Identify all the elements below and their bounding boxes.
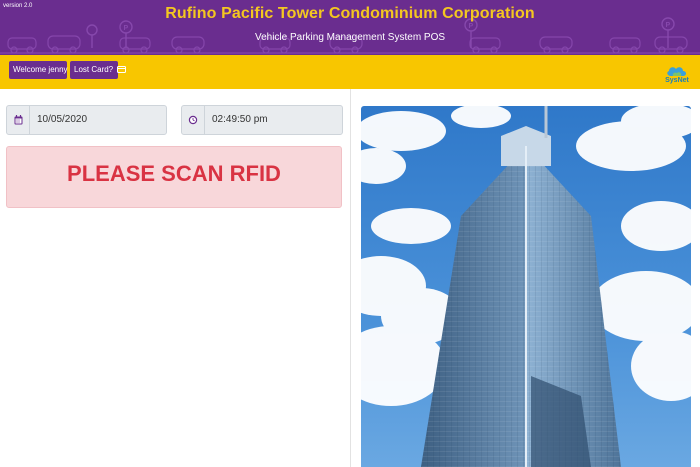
building-image [361,106,691,467]
page-title: Rufino Pacific Tower Condominium Corpora… [165,5,535,22]
left-panel: 10/05/2020 02:49:50 pm PLEASE SCAN RFID [0,89,350,467]
clock-icon [188,115,198,125]
sysnet-logo: SysNet [662,64,692,86]
tower-photo [361,106,691,467]
welcome-label: Welcome jenny [13,65,68,74]
date-value: 10/05/2020 [37,114,88,125]
time-field[interactable]: 02:49:50 pm [181,105,343,135]
credit-card-icon [117,66,127,74]
time-addon [182,106,205,134]
cloud-logo-icon [667,67,686,76]
date-addon [7,106,30,134]
time-value: 02:49:50 pm [212,114,268,125]
app-header: PPP version 2.0 Rufino Pacific Tower Con… [0,0,700,55]
date-field[interactable]: 10/05/2020 [6,105,167,135]
lost-card-button[interactable]: Lost Card? [70,61,127,79]
scan-rfid-alert: PLEASE SCAN RFID [6,146,342,208]
panel-divider [350,89,351,467]
svg-text:P: P [666,22,671,29]
svg-text:P: P [469,23,474,30]
welcome-user-dropdown[interactable]: Welcome jenny [9,61,75,79]
scan-rfid-message: PLEASE SCAN RFID [67,161,281,186]
toolbar: Welcome jenny Lost Card? SysNet [0,55,700,89]
logo-text: SysNet [665,77,689,84]
calendar-icon [14,115,22,125]
page-subtitle: Vehicle Parking Management System POS [254,32,446,43]
lost-card-label: Lost Card? [74,65,114,74]
svg-text:P: P [124,25,129,32]
